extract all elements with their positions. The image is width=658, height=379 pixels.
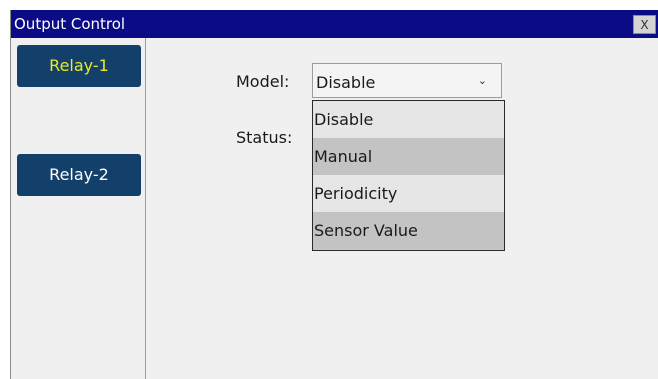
output-control-window: Output Control X Relay-1 Relay-2 Model: …	[10, 10, 658, 379]
window-titlebar: Output Control X	[11, 10, 658, 38]
model-option-sensor-value[interactable]: Sensor Value	[313, 212, 504, 249]
model-option-disable[interactable]: Disable	[313, 101, 504, 138]
relay-2-button[interactable]: Relay-2	[17, 154, 141, 196]
status-label: Status:	[236, 128, 293, 147]
model-dropdown-list: Disable Manual Periodicity Sensor Value	[312, 100, 505, 251]
relay-settings-panel: Model: Status: Disable ⌄ Disable Manual …	[146, 38, 658, 379]
model-select[interactable]: Disable ⌄	[312, 63, 502, 98]
window-title: Output Control	[14, 15, 126, 33]
model-select-value: Disable	[316, 73, 376, 92]
model-label: Model:	[236, 72, 290, 91]
relay-sidebar: Relay-1 Relay-2	[11, 38, 145, 379]
chevron-down-icon: ⌄	[477, 74, 487, 87]
relay-1-button[interactable]: Relay-1	[17, 45, 141, 87]
model-option-manual[interactable]: Manual	[313, 138, 504, 175]
model-option-periodicity[interactable]: Periodicity	[313, 175, 504, 212]
close-button[interactable]: X	[633, 15, 656, 34]
